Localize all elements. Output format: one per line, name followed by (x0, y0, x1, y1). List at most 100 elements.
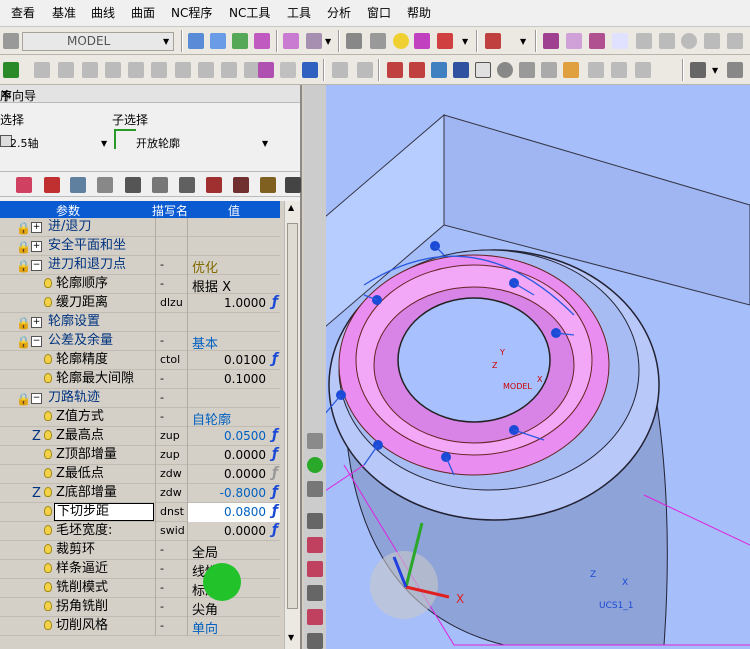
tool-4-icon[interactable] (105, 62, 121, 78)
menu-view[interactable]: 查看 (11, 6, 35, 20)
tool-icon[interactable] (44, 177, 60, 193)
grid-row[interactable]: 轮廓精度 ctol 0.0100 ƒ (0, 351, 280, 370)
row-value[interactable]: 1.0000 (224, 296, 266, 310)
chevron-down-icon[interactable]: ▼ (712, 66, 718, 75)
grid-row[interactable]: Z Z最高点 zup 0.0500 ƒ (0, 427, 280, 446)
grid-row[interactable]: 轮廓顺序 - 根据 X (0, 275, 280, 295)
grid-row[interactable]: 轮廓最大间隙 - 0.1000 (0, 370, 280, 389)
spline-icon[interactable] (704, 33, 720, 49)
chevron-down-icon[interactable]: ▼ (101, 139, 107, 148)
side-tool-9-icon[interactable] (307, 633, 323, 649)
grid-row[interactable]: Z值方式 - 自轮廓 (0, 408, 280, 428)
tool-11-icon[interactable] (258, 62, 274, 78)
menu-window[interactable]: 窗口 (367, 6, 391, 20)
close-icon[interactable]: ✕ (0, 87, 294, 101)
grid-row[interactable]: 🔒 + 进/退刀 (0, 218, 280, 237)
nc-8-icon[interactable] (588, 62, 604, 78)
nc-1-icon[interactable] (387, 62, 403, 78)
frame-icon[interactable] (97, 177, 113, 193)
chevron-down-icon[interactable]: ▼ (163, 37, 169, 46)
scroll-up-icon[interactable]: ▲ (288, 203, 294, 212)
nc-11-icon[interactable] (690, 62, 706, 78)
stack-icon[interactable] (179, 177, 195, 193)
tool-6-icon[interactable] (151, 62, 167, 78)
menu-datum[interactable]: 基准 (52, 6, 76, 20)
row-value[interactable]: 基本 (192, 333, 218, 352)
row-value[interactable]: 0.0000 (224, 448, 266, 462)
arc-icon[interactable] (727, 33, 743, 49)
layer-icon[interactable] (3, 33, 19, 49)
tool-14-icon[interactable] (357, 62, 373, 78)
grid-row[interactable]: 🔒 − 进刀和退刀点 - 优化 (0, 256, 280, 276)
side-tool-6-icon[interactable] (307, 561, 323, 577)
line-icon[interactable] (636, 33, 652, 49)
row-value[interactable]: 0.0000 (224, 467, 266, 481)
function-icon[interactable]: ƒ (272, 294, 278, 310)
row-value[interactable]: 尖角 (192, 599, 218, 618)
function-icon[interactable]: ƒ (272, 465, 278, 481)
row-value[interactable]: 0.0500 (224, 429, 266, 443)
nc-4-icon[interactable] (453, 62, 469, 78)
row-value[interactable]: 自轮廓 (192, 409, 231, 428)
collapse-icon[interactable]: − (31, 393, 42, 404)
subselect-value[interactable]: 开放轮廓 (136, 135, 180, 151)
function-icon[interactable]: ƒ (272, 427, 278, 443)
grid-row[interactable]: 🔒 − 公差及余量 - 基本 (0, 332, 280, 352)
side-tool-7-icon[interactable] (307, 585, 323, 601)
function-icon[interactable]: ƒ (272, 446, 278, 462)
row-value[interactable]: 0.0000 (224, 524, 266, 538)
function-icon[interactable]: ƒ (272, 484, 278, 500)
select-icon[interactable] (3, 62, 19, 78)
row-value[interactable]: 根据 X (192, 276, 231, 295)
tool-2-icon[interactable] (58, 62, 74, 78)
menu-curve[interactable]: 曲线 (91, 6, 115, 20)
help-icon[interactable] (475, 62, 491, 78)
monitor-icon[interactable] (125, 177, 141, 193)
side-tool-5-icon[interactable] (307, 537, 323, 553)
expand-icon[interactable]: + (31, 317, 42, 328)
row-value[interactable]: 优化 (192, 257, 218, 276)
menu-tools[interactable]: 工具 (287, 6, 311, 20)
list-icon[interactable] (302, 62, 318, 78)
expand-icon[interactable]: + (31, 222, 42, 233)
box-shade-icon[interactable] (589, 33, 605, 49)
nc-2-icon[interactable] (409, 62, 425, 78)
row-value[interactable]: -0.8000 (220, 486, 266, 500)
magic-icon[interactable] (260, 177, 276, 193)
grid-row[interactable]: 缓刀距离 dlzu 1.0000 ƒ (0, 294, 280, 313)
function-icon[interactable]: ƒ (272, 522, 278, 538)
grid-scrollbar[interactable]: ▲ ▼ (284, 201, 300, 649)
tool-7-icon[interactable] (175, 62, 191, 78)
nc-6-icon[interactable] (541, 62, 557, 78)
bulb-on-icon[interactable] (393, 33, 409, 49)
chevron-down-icon[interactable]: ▼ (262, 139, 268, 148)
grid-row[interactable]: 🔒 + 轮廓设置 (0, 313, 280, 332)
row-value[interactable]: 0.1000 (224, 372, 266, 386)
row-value[interactable]: 0.0100 (224, 353, 266, 367)
collapse-icon[interactable]: − (31, 336, 42, 347)
grid-row-selected[interactable]: 下切步距 dnst 0.0800 ƒ (0, 503, 280, 522)
rotate-icon[interactable] (254, 33, 270, 49)
grid-row[interactable]: Z最低点 zdw 0.0000 ƒ (0, 465, 280, 484)
chevron-down-icon[interactable]: ▼ (462, 37, 468, 46)
box-wire-icon[interactable] (566, 33, 582, 49)
layout-icon[interactable] (152, 177, 168, 193)
expand-icon[interactable]: + (31, 241, 42, 252)
grid-row[interactable]: 切削风格 - 单向 (0, 617, 280, 637)
model-combo[interactable]: MODEL (22, 32, 174, 51)
tool-5-icon[interactable] (128, 62, 144, 78)
side-tool-4-icon[interactable] (307, 513, 323, 529)
close-tool-icon[interactable] (285, 177, 301, 193)
grid-row[interactable]: 毛坯宽度: swid 0.0000 ƒ (0, 522, 280, 541)
zoom-icon[interactable] (232, 33, 248, 49)
save-icon[interactable] (206, 177, 222, 193)
circle-icon[interactable] (681, 33, 697, 49)
nc-10-icon[interactable] (635, 62, 651, 78)
grid-row[interactable]: Z Z底部增量 zdw -0.8000 ƒ (0, 484, 280, 503)
row-value[interactable]: 单向 (192, 618, 218, 637)
grid-row[interactable]: 裁剪环 - 全局 (0, 541, 280, 561)
grid-row[interactable]: 🔒 + 安全平面和坐 (0, 237, 280, 256)
side-tool-3-icon[interactable] (307, 481, 323, 497)
graphics-viewport[interactable]: Y Z X MODEL UCS1_1 Z X X (304, 85, 750, 649)
shade-icon[interactable] (414, 33, 430, 49)
